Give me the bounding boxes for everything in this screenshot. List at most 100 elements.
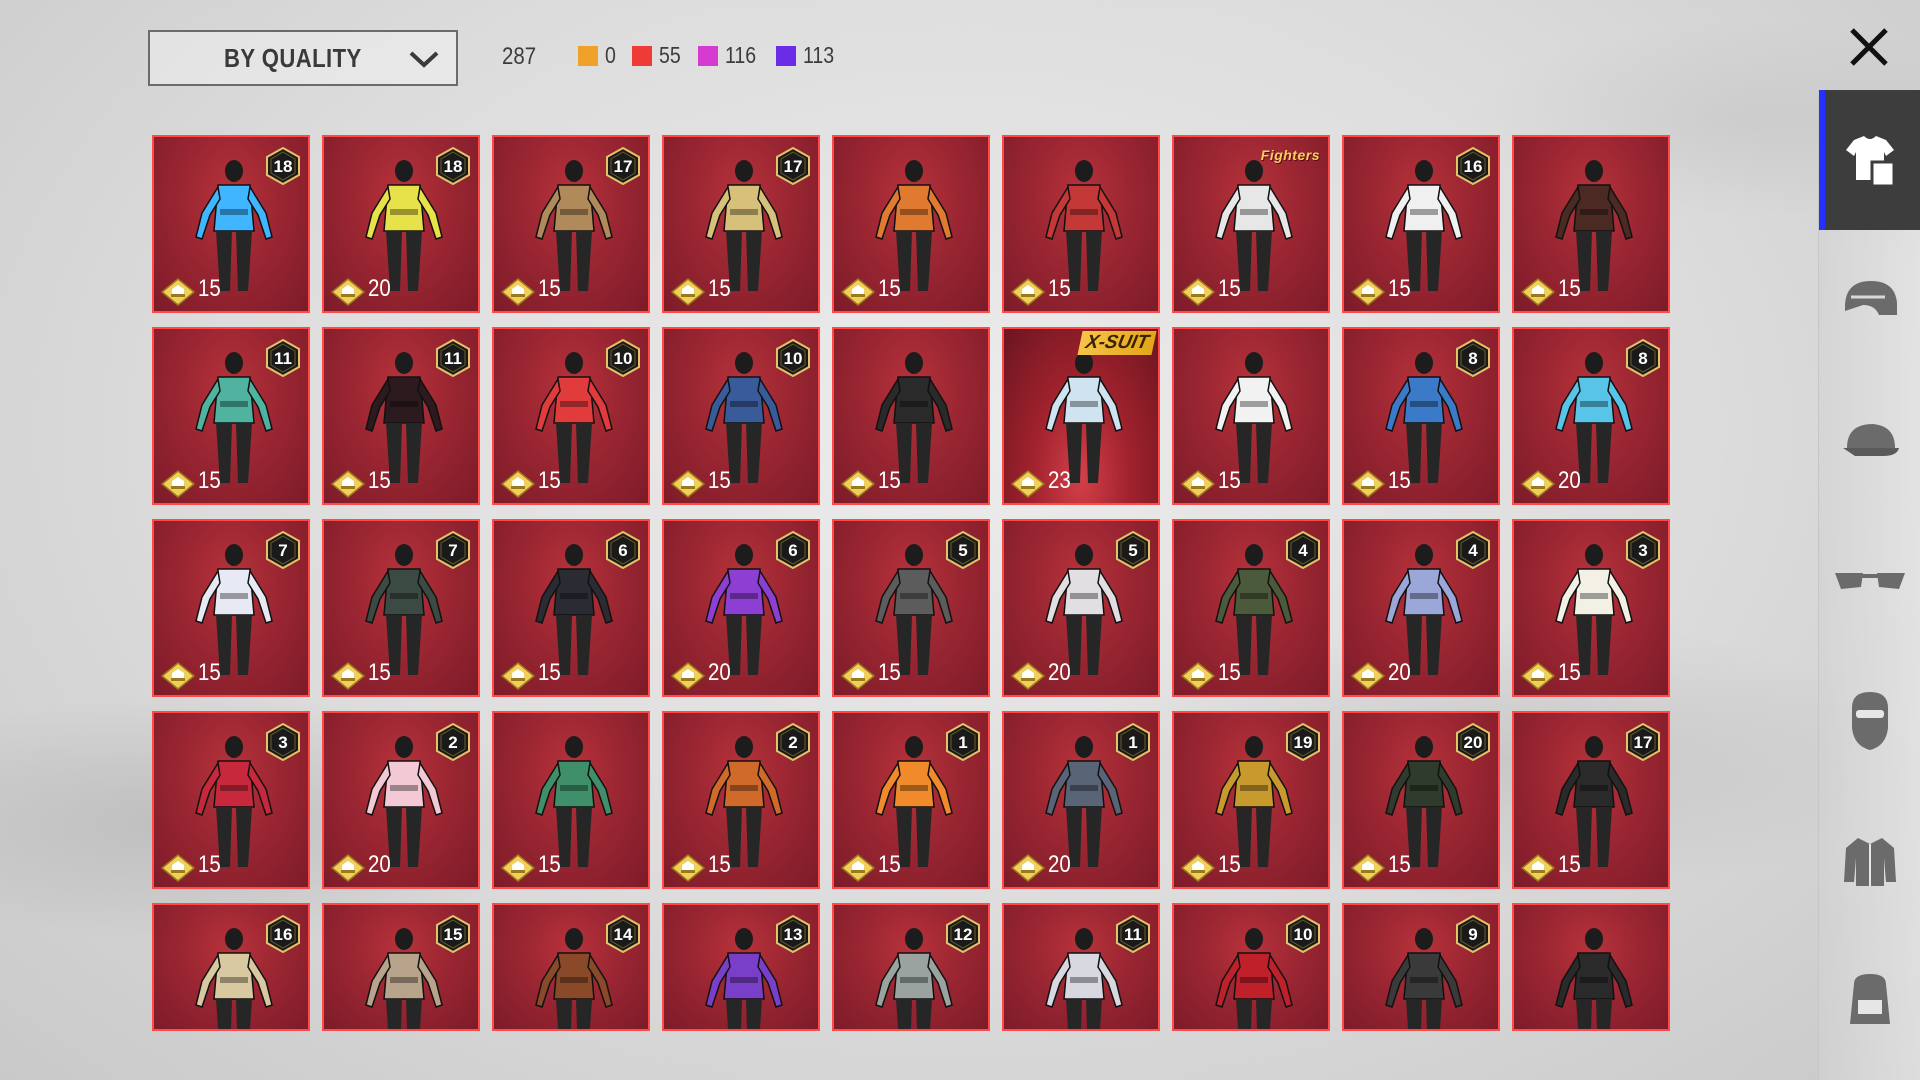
outfit-card[interactable]: 16 15 [1342,135,1500,313]
currency-icon [1010,470,1046,498]
tab-cap[interactable] [1819,370,1920,510]
outfit-card[interactable]: 19 15 [1172,711,1330,889]
currency-icon [1010,854,1046,882]
outfit-card[interactable]: 16 [152,903,310,1031]
currency-icon [670,662,706,690]
outfit-card[interactable]: 5 20 [1002,519,1160,697]
outfit-card[interactable]: 10 15 [492,327,650,505]
outfit-card[interactable]: 18 20 [322,135,480,313]
outfit-card[interactable]: 4 15 [1172,519,1330,697]
currency-icon [1520,662,1556,690]
outfit-card[interactable]: 11 15 [152,327,310,505]
outfit-card[interactable]: 15 [832,135,990,313]
outfit-card[interactable]: 3 15 [152,711,310,889]
stat-pink: 116 [698,42,762,69]
outfit-card[interactable]: 13 [662,903,820,1031]
tier-badge: 6 [776,531,810,569]
outfit-card[interactable]: 5 15 [832,519,990,697]
tier-badge: 1 [1116,723,1150,761]
outfit-card[interactable]: 8 15 [1342,327,1500,505]
currency-icon [330,278,366,306]
price-value: 15 [1558,851,1581,878]
outfit-card[interactable]: 15 [832,327,990,505]
tier-level: 20 [1464,733,1483,752]
tier-level: 13 [784,925,803,944]
tier-badge: 8 [1456,339,1490,377]
price-value: 15 [538,659,561,686]
price-value: 15 [1558,275,1581,302]
price-value: 15 [878,659,901,686]
tab-mask[interactable] [1819,650,1920,790]
outfit-card[interactable]: 2 15 [662,711,820,889]
price-value: 15 [708,467,731,494]
tab-outfit[interactable] [1819,90,1920,230]
outfit-card[interactable]: 6 20 [662,519,820,697]
outfit-card[interactable]: 2 20 [322,711,480,889]
price-value: 15 [368,659,391,686]
outfit-card[interactable]: 1 15 [832,711,990,889]
price-value: 15 [1218,275,1241,302]
outfit-card[interactable]: 11 15 [322,327,480,505]
sort-dropdown[interactable]: BY QUALITY [148,30,458,86]
price-value: 20 [368,275,391,302]
outfit-card[interactable]: 15 [1512,135,1670,313]
outfit-card[interactable]: 20 15 [1342,711,1500,889]
currency-icon [500,278,536,306]
tier-badge: 10 [776,339,810,377]
outfit-card[interactable]: 15 [1002,135,1160,313]
currency-icon [1010,278,1046,306]
outfit-card[interactable]: 12 [832,903,990,1031]
outfit-card[interactable]: 10 [1172,903,1330,1031]
outfit-card[interactable]: 8 20 [1512,327,1670,505]
currency-icon [840,278,876,306]
quality-stats: 0 55 116 113 [578,42,854,69]
outfit-card[interactable]: 3 15 [1512,519,1670,697]
currency-icon [1180,278,1216,306]
outfit-card[interactable]: 1 20 [1002,711,1160,889]
tier-level: 17 [1634,733,1653,752]
outfit-card[interactable]: 17 15 [662,135,820,313]
tier-badge: 14 [606,915,640,953]
tab-backpack[interactable] [1819,930,1920,1070]
price-value: 15 [878,275,901,302]
tab-helmet[interactable] [1819,230,1920,370]
outfit-card[interactable]: X-SUIT 23 [1002,327,1160,505]
currency-icon [500,854,536,882]
currency-icon [1350,278,1386,306]
close-icon[interactable] [1840,18,1898,76]
tier-badge: 2 [436,723,470,761]
outfit-card[interactable]: 18 15 [152,135,310,313]
tier-badge: 7 [266,531,300,569]
tab-jacket[interactable] [1819,790,1920,930]
outfit-card[interactable]: 7 15 [322,519,480,697]
tab-glasses[interactable] [1819,510,1920,650]
price-value: 15 [708,851,731,878]
outfit-card[interactable]: 15 [492,711,650,889]
tier-level: 18 [444,157,463,176]
currency-icon [330,662,366,690]
price-value: 15 [1218,851,1241,878]
outfit-card[interactable]: 7 15 [152,519,310,697]
outfit-card[interactable]: Fighters 15 [1172,135,1330,313]
tier-badge: 4 [1456,531,1490,569]
currency-icon [1350,470,1386,498]
outfit-card[interactable]: 15 [1172,327,1330,505]
tier-level: 4 [1298,541,1308,560]
cap-icon [1843,424,1899,456]
outfit-card[interactable]: 11 [1002,903,1160,1031]
outfit-card[interactable]: 4 20 [1342,519,1500,697]
outfit-card[interactable]: 10 15 [662,327,820,505]
outfit-card[interactable] [1512,903,1670,1031]
outfit-card[interactable]: 14 [492,903,650,1031]
tier-badge: 7 [436,531,470,569]
price-value: 15 [198,275,221,302]
outfit-card[interactable]: 17 15 [1512,711,1670,889]
outfit-card[interactable]: 9 [1342,903,1500,1031]
outfit-card[interactable]: 15 [322,903,480,1031]
tier-level: 11 [444,349,462,368]
swatch-orange [578,45,598,66]
currency-icon [330,854,366,882]
currency-icon [1520,854,1556,882]
outfit-card[interactable]: 17 15 [492,135,650,313]
outfit-card[interactable]: 6 15 [492,519,650,697]
